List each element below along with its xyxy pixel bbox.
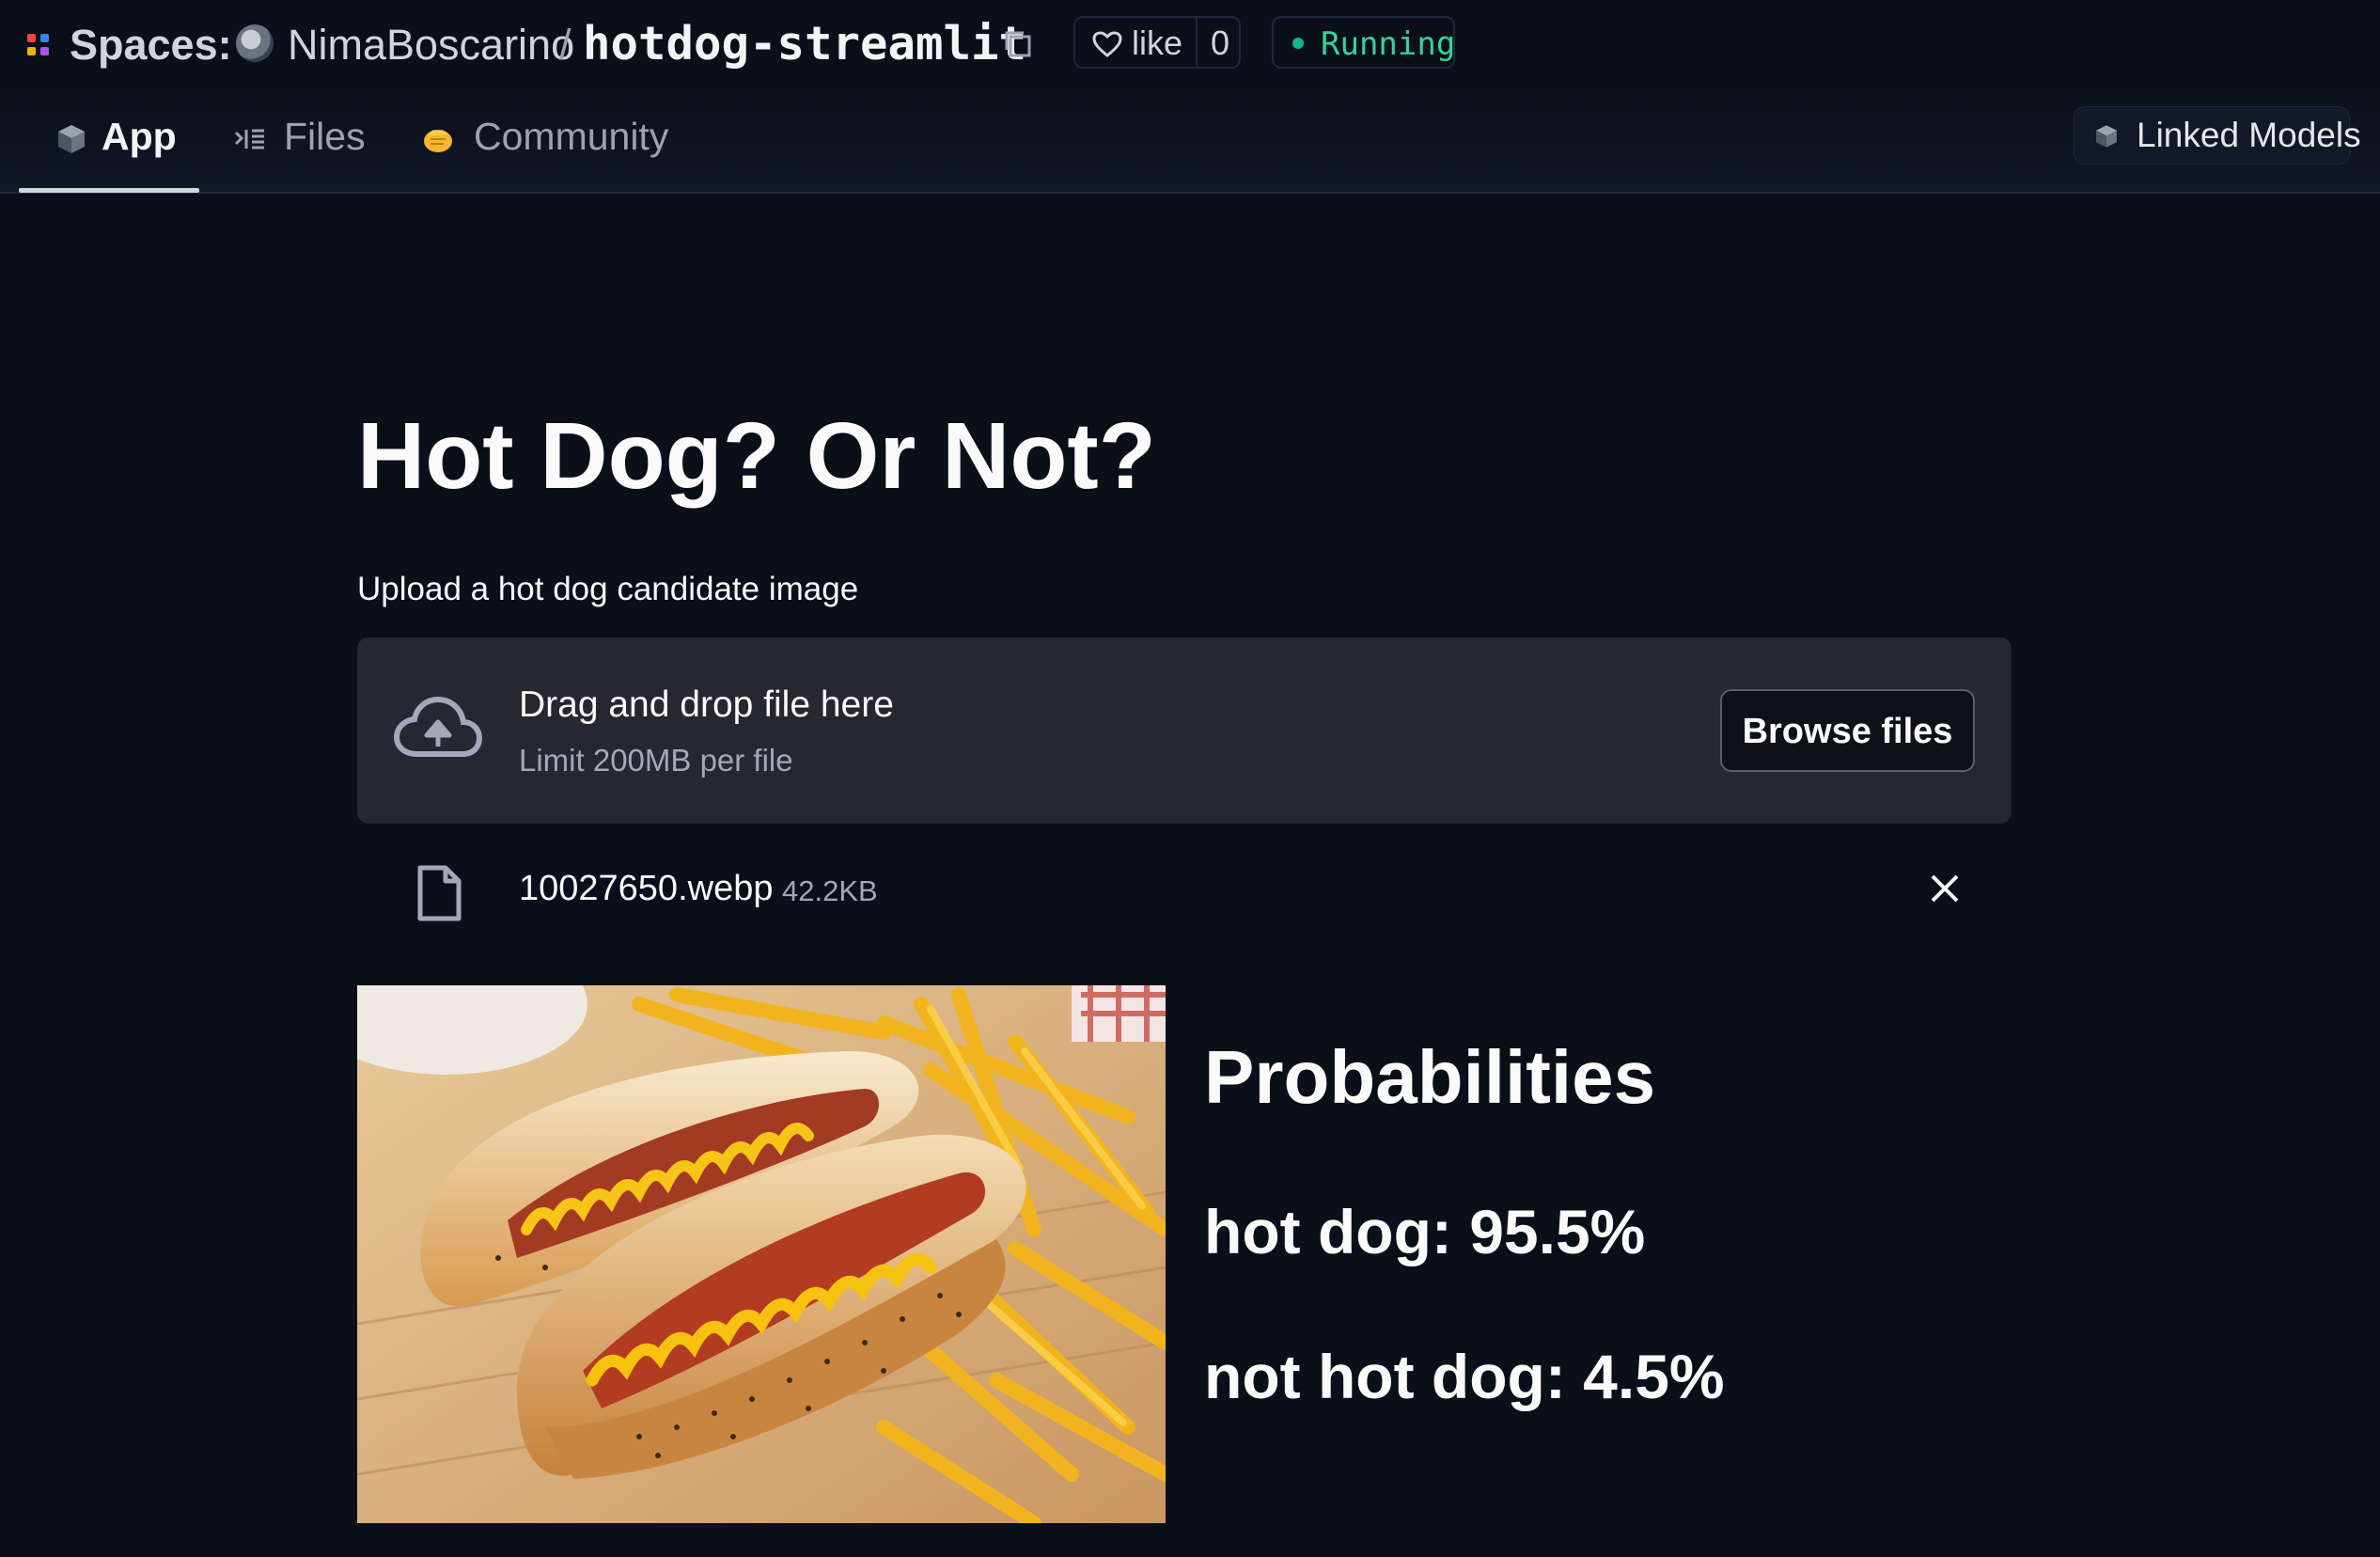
- linked-models-label: Linked Models: [2137, 116, 2361, 154]
- uploaded-file-row: 10027650.webp 42.2KB: [357, 846, 2012, 931]
- file-name: 10027650.webp: [519, 869, 774, 908]
- tab-community[interactable]: Community: [421, 113, 669, 169]
- like-button[interactable]: like 0: [1073, 16, 1241, 69]
- uploader-label: Upload a hot dog candidate image: [357, 571, 859, 607]
- repo-name[interactable]: hotdog-streamlit: [583, 17, 1026, 71]
- community-emoji-icon: [424, 130, 452, 152]
- tab-files-label: Files: [284, 115, 366, 158]
- top-bar: Spaces: NimaBoscarino / hotdog-streamlit…: [0, 0, 2380, 90]
- status-dot-icon: [1292, 38, 1304, 49]
- owner-link[interactable]: NimaBoscarino: [288, 21, 574, 70]
- spaces-link[interactable]: Spaces:: [70, 21, 232, 70]
- cloud-upload-icon: [393, 696, 483, 757]
- dropzone-title: Drag and drop file here: [519, 684, 894, 725]
- files-icon: [234, 129, 264, 149]
- tab-community-label: Community: [474, 115, 669, 158]
- tab-app[interactable]: App: [55, 113, 186, 169]
- path-separator: /: [559, 21, 572, 69]
- like-divider: [1196, 18, 1198, 67]
- status-badge[interactable]: Running: [1272, 16, 1455, 69]
- cube-icon: [2096, 125, 2117, 148]
- file-dropzone[interactable]: Drag and drop file here Limit 200MB per …: [357, 637, 2012, 824]
- uploaded-hotdog-image: [357, 985, 1166, 1523]
- hot-dog-probability: hot dog: 95.5%: [1204, 1197, 1646, 1266]
- browse-files-button[interactable]: Browse files: [1720, 689, 1975, 772]
- like-label: like: [1132, 24, 1183, 62]
- file-size: 42.2KB: [782, 874, 878, 907]
- spaces-logo-icon[interactable]: [27, 34, 52, 58]
- heart-icon: [1092, 31, 1122, 57]
- linked-models-button[interactable]: Linked Models: [2074, 106, 2361, 165]
- tab-bar: App Files Community: [0, 90, 2380, 194]
- copy-icon[interactable]: [1002, 28, 1034, 60]
- not-hot-dog-probability: not hot dog: 4.5%: [1204, 1342, 1725, 1411]
- status-text: Running: [1321, 25, 1456, 63]
- cube-icon: [58, 125, 85, 153]
- probabilities-heading: Probabilities: [1204, 1035, 1656, 1119]
- dropzone-limit: Limit 200MB per file: [519, 743, 793, 778]
- close-icon[interactable]: [1929, 873, 1961, 904]
- owner-avatar[interactable]: [236, 24, 274, 62]
- tab-files[interactable]: Files: [233, 113, 366, 169]
- page-title: Hot Dog? Or Not?: [357, 403, 1156, 509]
- file-icon: [417, 865, 462, 921]
- like-count: 0: [1211, 24, 1230, 62]
- active-tab-indicator: [19, 188, 199, 193]
- tab-app-label: App: [102, 115, 177, 158]
